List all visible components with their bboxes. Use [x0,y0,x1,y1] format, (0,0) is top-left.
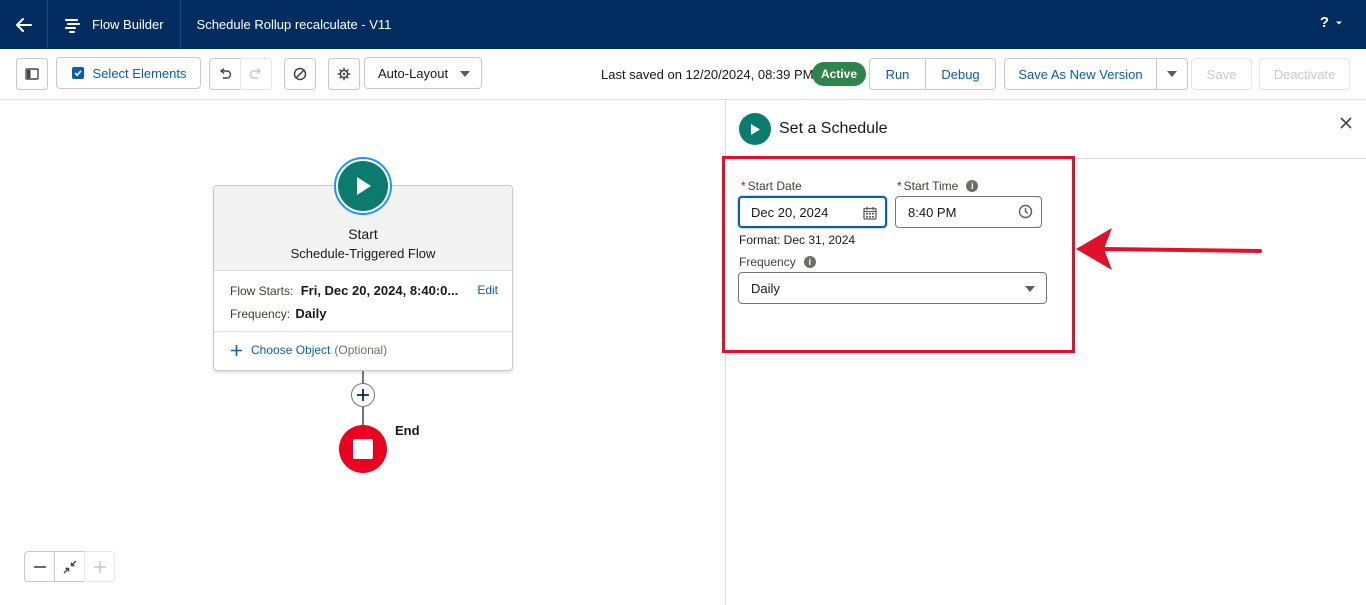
flow-starts-value: Fri, Dec 20, 2024, 8:40:0... [300,283,459,298]
error-checker-button[interactable] [284,58,316,90]
frequency-value: Daily [295,306,327,321]
deactivate-button[interactable]: Deactivate [1259,58,1350,90]
end-node[interactable] [339,425,387,473]
debug-label: Debug [941,66,980,82]
fit-view-button[interactable] [54,551,85,582]
layout-select[interactable]: Auto-Layout [364,57,482,89]
chevron-down-icon [1167,71,1177,77]
select-elements-label: Select Elements [92,65,187,81]
toggle-panel-icon [25,68,39,80]
annotation-arrow [1076,228,1262,270]
run-button[interactable]: Run [869,58,926,90]
start-node-inner [338,161,388,211]
layout-select-value: Auto-Layout [378,65,449,81]
run-label: Run [885,66,910,82]
undo-icon [219,67,232,79]
flow-title: Schedule Rollup recalculate - V11 [196,17,392,32]
play-icon [751,123,760,135]
start-panel-icon [739,113,771,145]
last-saved-text: Last saved on 12/20/2024, 08:39 PM [601,67,814,82]
toolbar: Select Elements Auto-Layout Last saved o [0,49,1366,100]
flow-starts-row: Flow Starts: Fri, Dec 20, 2024, 8:40:0..… [230,283,458,298]
plus-icon [357,389,369,401]
save-label: Save [1206,66,1237,82]
debug-button[interactable]: Debug [925,58,996,90]
redo-icon [249,67,262,79]
select-elements-button[interactable]: Select Elements [56,57,201,89]
deactivate-label: Deactivate [1273,66,1336,82]
panel-header: Set a Schedule [726,100,1366,159]
plus-icon [93,560,106,573]
annotation-highlight-box [722,156,1075,353]
close-panel-button[interactable] [1340,117,1352,132]
settings-button[interactable] [328,58,360,90]
plus-icon [231,344,242,356]
stop-icon [353,439,373,459]
connector-line [362,407,364,425]
shrink-icon [63,560,76,573]
frequency-row: Frequency: Daily [230,306,326,321]
toggle-panel-button[interactable] [16,58,48,90]
minus-icon [33,565,46,568]
flow-builder-icon [65,18,80,33]
start-node[interactable] [334,157,392,215]
save-button[interactable]: Save [1191,58,1252,90]
save-as-new-version-button[interactable]: Save As New Version [1004,58,1157,90]
card-divider [214,331,512,332]
chevron-down-icon [460,71,470,77]
help-icon: ? [1319,14,1329,31]
connector-line [362,371,364,383]
zoom-controls [24,551,115,582]
edit-schedule-link[interactable]: Edit [477,283,498,297]
app-name: Flow Builder [48,0,181,49]
choose-object-label: Choose Object [251,343,331,357]
chevron-down-icon [1336,21,1342,24]
ban-icon [293,67,307,81]
start-subtitle: Schedule-Triggered Flow [290,246,436,261]
save-options-menu-button[interactable] [1156,58,1188,90]
redo-button[interactable] [240,58,272,90]
help-menu-button[interactable]: ? [1320,14,1344,31]
save-as-new-version-label: Save As New Version [1018,66,1143,82]
choose-object-optional: (Optional) [334,343,388,357]
choose-object-button[interactable]: Choose Object (Optional) [230,343,387,357]
undo-button[interactable] [209,58,241,90]
end-label: End [395,423,420,438]
checkbox-icon [71,67,84,79]
app-label: Flow Builder [92,17,164,32]
zoom-in-button[interactable] [84,551,115,582]
frequency-label: Frequency: [230,307,291,321]
back-button[interactable] [0,0,48,49]
close-icon [1340,117,1352,129]
status-badge: Active [812,62,866,86]
flow-canvas[interactable]: Start Schedule-Triggered Flow Flow Start… [0,100,725,605]
play-icon [357,177,371,195]
gear-icon [337,67,351,81]
global-header: Flow Builder Schedule Rollup recalculate… [0,0,1366,49]
zoom-out-button[interactable] [24,551,55,582]
flow-starts-label: Flow Starts: [230,284,294,298]
add-element-button[interactable] [351,383,375,407]
back-arrow-icon [15,17,32,32]
panel-title: Set a Schedule [779,120,888,137]
